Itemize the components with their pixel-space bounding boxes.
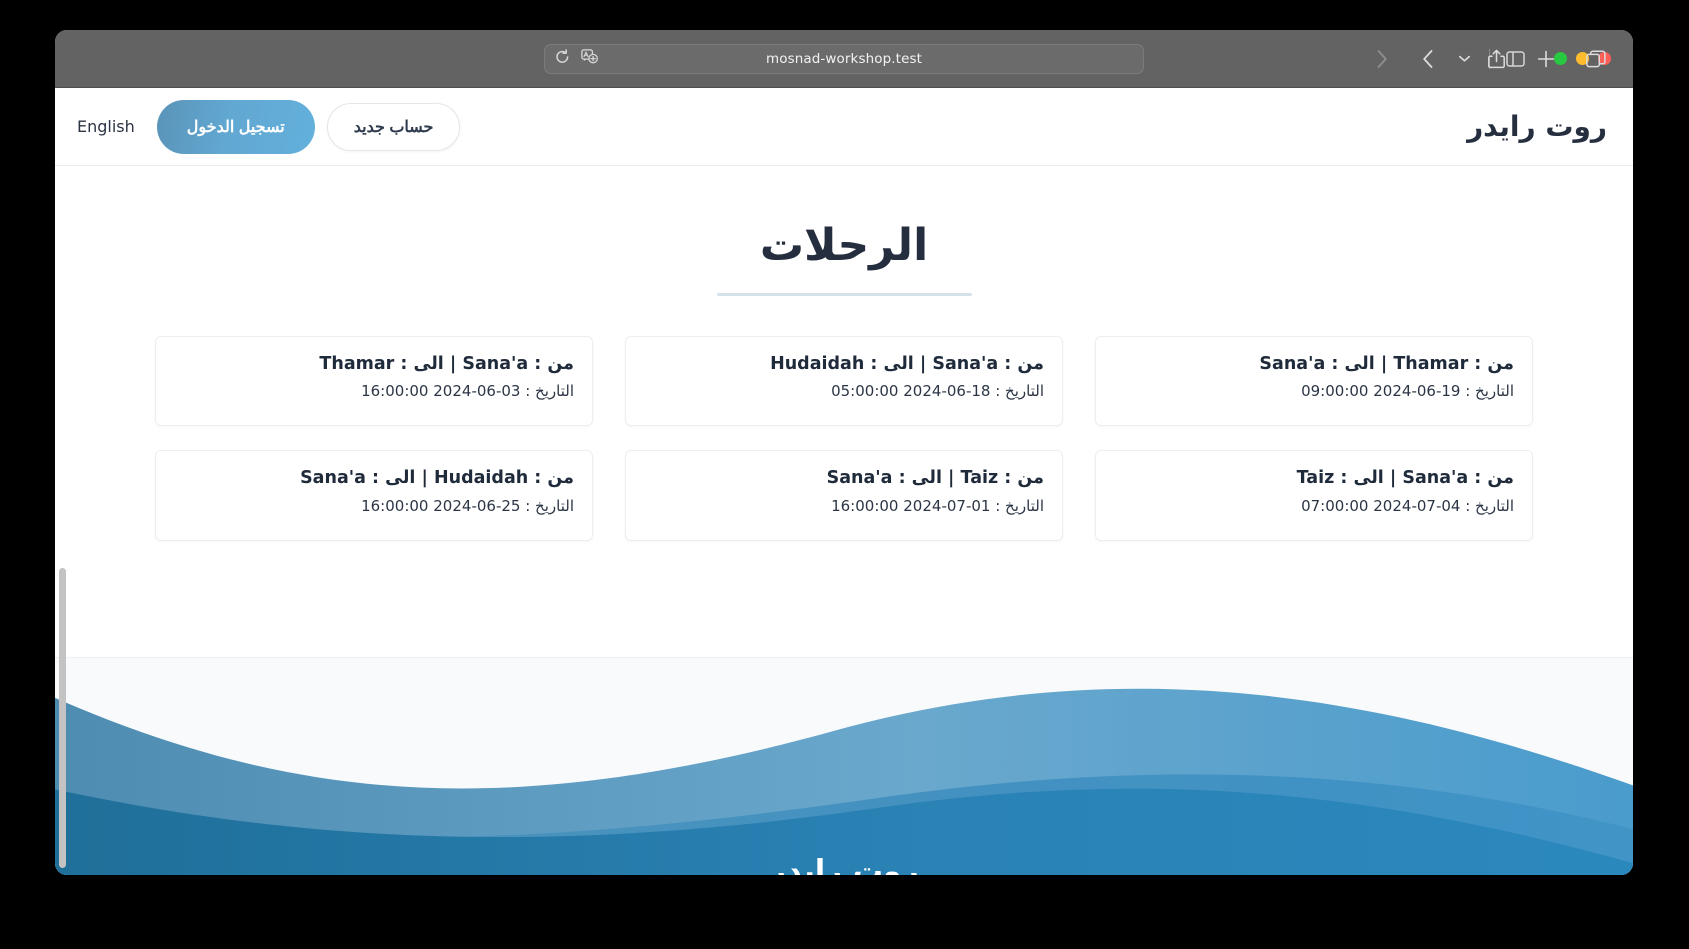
share-icon <box>1487 49 1505 68</box>
tab-overview-icon <box>1586 50 1606 67</box>
page-title: الرحلات <box>759 220 929 271</box>
sidebar-dropdown-button[interactable] <box>1447 44 1481 74</box>
new-account-button[interactable]: حساب جديد <box>326 102 461 151</box>
trip-date: التاريخ : 19-06-2024 09:00:00 <box>1301 382 1514 401</box>
share-button[interactable] <box>1479 44 1513 74</box>
language-switch-link[interactable]: English <box>77 117 135 136</box>
back-button[interactable] <box>1411 44 1445 74</box>
page-title-block: الرحلات <box>55 218 1633 296</box>
desktop-backdrop: mosnad-workshop.test روت رايدر English ت… <box>0 0 1689 949</box>
trip-route: من : Sana'a | الى : Hudaidah <box>770 354 1044 374</box>
address-bar-actions <box>555 45 598 73</box>
page-viewport: روت رايدر English تسجيل الدخول حساب جديد… <box>55 88 1633 875</box>
navbar-actions: English تسجيل الدخول حساب جديد <box>77 99 461 154</box>
site-brand[interactable]: روت رايدر <box>1467 110 1607 143</box>
chevron-left-icon <box>1423 49 1433 68</box>
wave-graphic <box>55 688 1633 875</box>
trip-route: من : Hudaidah | الى : Sana'a <box>300 468 574 489</box>
page-scrollbar-thumb[interactable] <box>59 568 66 868</box>
translate-icon[interactable] <box>581 49 598 68</box>
trip-route: من : Sana'a | الى : Thamar <box>319 354 574 374</box>
trip-date: التاريخ : 18-06-2024 05:00:00 <box>831 382 1044 401</box>
browser-titlebar: mosnad-workshop.test <box>55 30 1633 88</box>
forward-button[interactable] <box>1365 44 1399 74</box>
chevron-right-icon <box>1377 49 1387 68</box>
trip-route: من : Taiz | الى : Sana'a <box>826 468 1044 489</box>
browser-toolbar-right <box>1479 44 1613 74</box>
chevron-down-icon <box>1458 55 1470 62</box>
trip-route: من : Sana'a | الى : Taiz <box>1296 468 1514 489</box>
site-navbar: روت رايدر English تسجيل الدخول حساب جديد <box>55 88 1633 166</box>
trip-card[interactable]: من : Sana'a | الى : Hudaidah التاريخ : 1… <box>625 336 1063 427</box>
trip-card[interactable]: من : Sana'a | الى : Taiz التاريخ : 04-07… <box>1095 450 1533 541</box>
address-bar-url: mosnad-workshop.test <box>765 50 923 67</box>
trip-card[interactable]: من : Taiz | الى : Sana'a التاريخ : 01-07… <box>625 450 1063 541</box>
page-content: الرحلات من : Thamar | الى : Sana'a التار… <box>55 166 1633 626</box>
address-bar[interactable]: mosnad-workshop.test <box>544 43 1144 74</box>
trip-date: التاريخ : 25-06-2024 16:00:00 <box>361 496 574 515</box>
reload-icon[interactable] <box>555 48 570 69</box>
trip-card[interactable]: من : Thamar | الى : Sana'a التاريخ : 19-… <box>1095 336 1533 427</box>
trip-date: التاريخ : 01-07-2024 16:00:00 <box>831 496 1044 515</box>
address-bar-container: mosnad-workshop.test <box>544 43 1144 74</box>
trip-date: التاريخ : 03-06-2024 16:00:00 <box>361 382 574 401</box>
trips-grid: من : Thamar | الى : Sana'a التاريخ : 19-… <box>55 336 1633 541</box>
trip-card[interactable]: من : Sana'a | الى : Thamar التاريخ : 03-… <box>155 336 593 427</box>
trip-card[interactable]: من : Hudaidah | الى : Sana'a التاريخ : 2… <box>155 450 593 541</box>
page-scrollbar[interactable] <box>59 288 66 868</box>
trip-date: التاريخ : 04-07-2024 07:00:00 <box>1301 496 1514 515</box>
title-underline <box>716 293 972 296</box>
plus-icon <box>1537 50 1555 67</box>
tab-overview-button[interactable] <box>1579 44 1613 74</box>
trip-route: من : Thamar | الى : Sana'a <box>1259 354 1514 374</box>
login-button[interactable]: تسجيل الدخول <box>156 99 315 154</box>
browser-window: mosnad-workshop.test روت رايدر English ت… <box>55 30 1633 875</box>
new-tab-button[interactable] <box>1529 44 1563 74</box>
footer-wave-decoration: روت رايدر <box>55 657 1633 875</box>
